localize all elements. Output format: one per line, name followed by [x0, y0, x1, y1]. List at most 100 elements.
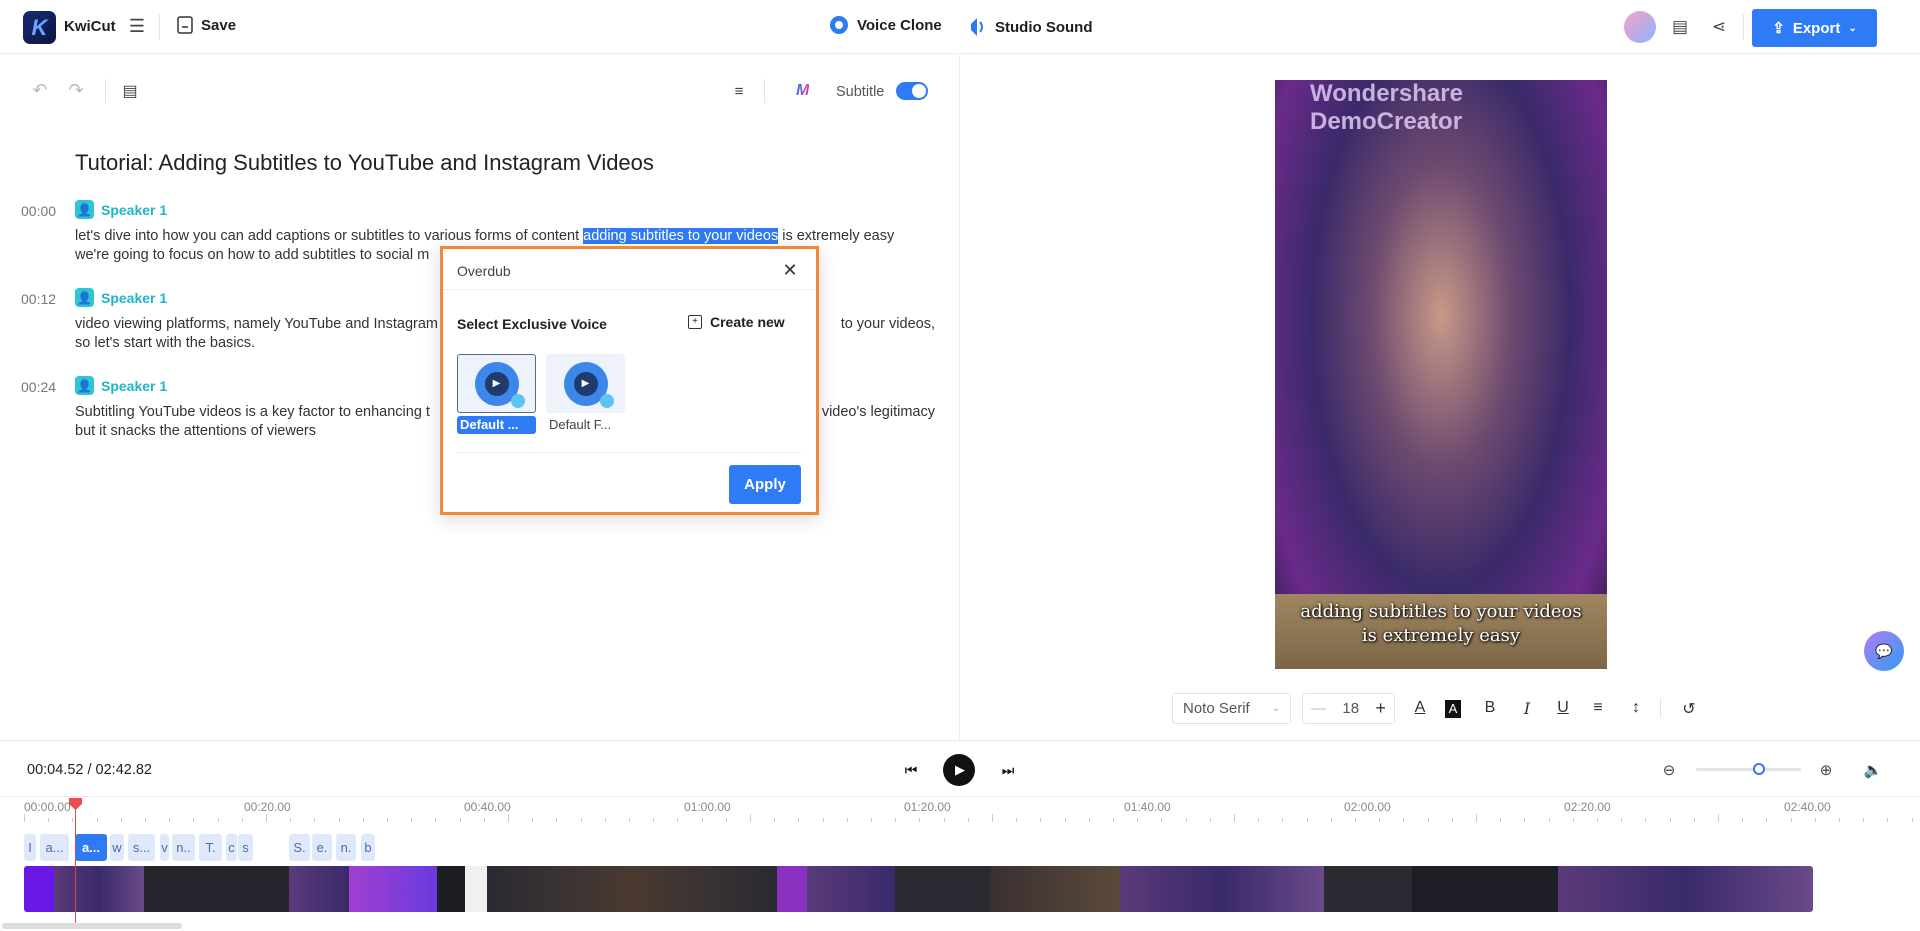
transcript-line[interactable]: let's dive into how you can add captions…: [75, 228, 935, 248]
word-chip[interactable]: S.: [289, 834, 310, 861]
word-chip[interactable]: T.: [199, 834, 222, 861]
ruler-tick: [871, 818, 872, 822]
next-icon[interactable]: ⏭: [999, 760, 1017, 780]
search-list-icon[interactable]: ≡: [728, 80, 750, 102]
save-button[interactable]: Save: [177, 16, 236, 34]
word-chip[interactable]: w: [110, 834, 124, 861]
line-spacing-icon[interactable]: ↕: [1626, 699, 1646, 717]
video-preview[interactable]: Wondershare DemoCreator adding subtitles …: [1275, 80, 1607, 669]
volume-icon[interactable]: 🔈: [1864, 760, 1883, 780]
text-background-icon[interactable]: A: [1445, 700, 1461, 718]
zoom-out-icon[interactable]: ⊖: [1660, 760, 1678, 780]
voice-option[interactable]: ▶ Default F...: [546, 354, 625, 434]
ruler-tick: [1209, 818, 1211, 822]
play-voice-icon[interactable]: ▶: [474, 361, 525, 408]
document-history-icon[interactable]: ▤: [1670, 16, 1690, 38]
play-voice-icon[interactable]: ▶: [563, 361, 614, 408]
voice-clone-icon: [830, 16, 848, 34]
increase-icon[interactable]: +: [1375, 698, 1386, 719]
text: Subtitling YouTube videos is a key facto…: [75, 404, 430, 420]
upload-icon: ⇪: [1772, 20, 1785, 37]
decrease-icon[interactable]: —: [1311, 700, 1326, 717]
text: let's dive into how you can add captions…: [75, 228, 584, 244]
ai-icon[interactable]: M: [796, 82, 809, 100]
italic-icon[interactable]: I: [1517, 699, 1537, 718]
ruler-tick: [798, 818, 800, 822]
speaker-name: Speaker 1: [101, 201, 168, 218]
word-chip[interactable]: c: [226, 834, 237, 861]
ruler-tick: [1088, 818, 1090, 822]
ruler-tick: [1524, 818, 1526, 822]
word-chip[interactable]: I: [24, 834, 36, 861]
word-chip[interactable]: s: [238, 834, 253, 861]
speaker-label[interactable]: 👤 Speaker 1: [75, 288, 167, 307]
subtitle-toggle[interactable]: [896, 82, 928, 100]
play-button[interactable]: ▶: [943, 754, 975, 786]
word-chip[interactable]: n..: [172, 834, 195, 861]
share-icon[interactable]: ⋖: [1709, 16, 1729, 38]
redo-icon[interactable]: ↷: [66, 80, 86, 100]
export-button[interactable]: ⇪ Export ⌄: [1752, 9, 1877, 47]
voice-card[interactable]: ▶: [457, 354, 536, 413]
ruler-tick: [1040, 818, 1042, 822]
word-chip[interactable]: n.: [336, 834, 356, 861]
menu-icon[interactable]: ☰: [128, 16, 146, 36]
timeline-scrollbar[interactable]: [2, 923, 182, 929]
close-icon[interactable]: ✕: [779, 259, 801, 281]
playhead-handle[interactable]: [69, 798, 82, 810]
ruler-tick: [701, 818, 703, 822]
word-chip[interactable]: s...: [128, 834, 155, 861]
speaker-icon: 👤: [75, 376, 94, 395]
voice-option[interactable]: ▶ Default ...: [457, 354, 536, 434]
add-icon: +: [688, 315, 702, 329]
bold-icon[interactable]: B: [1480, 699, 1500, 717]
speaker-icon: 👤: [75, 288, 94, 307]
word-chip[interactable]: v: [160, 834, 169, 861]
playhead[interactable]: [75, 800, 76, 925]
edit-document-icon[interactable]: ▤: [120, 80, 140, 102]
zoom-slider-handle[interactable]: [1753, 763, 1765, 775]
word-chip[interactable]: a...: [75, 834, 107, 861]
clip-thumbnail: [777, 866, 807, 912]
word-chip[interactable]: e.: [312, 834, 332, 861]
text-color-icon[interactable]: A: [1410, 699, 1430, 717]
ruler-tick: [1355, 818, 1356, 822]
ruler-tick: [895, 818, 897, 822]
ruler-tick: [1234, 814, 1235, 822]
word-chip[interactable]: b: [361, 834, 375, 861]
ruler-tick: [943, 818, 945, 822]
zoom-in-icon[interactable]: ⊕: [1817, 760, 1835, 780]
font-size-stepper[interactable]: — 18 +: [1302, 693, 1395, 724]
underline-icon[interactable]: U: [1553, 699, 1573, 717]
font-select[interactable]: Noto Serif ⌄: [1172, 693, 1291, 724]
avatar[interactable]: [1624, 11, 1656, 43]
ruler-tick: [1766, 818, 1768, 822]
chat-support-icon[interactable]: 💬: [1864, 631, 1904, 671]
ruler-tick: [1887, 818, 1889, 822]
word-chip[interactable]: a...: [40, 834, 69, 861]
previous-icon[interactable]: ⏮: [902, 760, 920, 780]
studio-sound-label: Studio Sound: [995, 18, 1093, 36]
ruler-label: 02:20.00: [1564, 800, 1611, 814]
studio-sound-button[interactable]: Studio Sound: [968, 16, 1092, 38]
reset-icon[interactable]: ↺: [1679, 699, 1699, 719]
undo-icon[interactable]: ↶: [30, 80, 50, 100]
voice-clone-label: Voice Clone: [857, 16, 942, 34]
time-readout: 00:04.52 / 02:42.82: [27, 762, 152, 778]
ruler-tick: [846, 818, 848, 822]
duration: 02:42.82: [95, 762, 152, 778]
create-new-button[interactable]: + Create new: [688, 314, 785, 330]
align-center-icon[interactable]: ≡: [1588, 699, 1608, 717]
zoom-slider[interactable]: [1696, 763, 1801, 775]
ruler-tick: [653, 818, 655, 822]
apply-button[interactable]: Apply: [729, 465, 801, 504]
font-size-value: 18: [1342, 700, 1360, 717]
video-clip-track[interactable]: [24, 866, 1813, 912]
voice-card[interactable]: ▶: [546, 354, 625, 413]
voice-clone-button[interactable]: Voice Clone: [830, 16, 942, 34]
text: but it snacks the attentions of viewers: [75, 423, 316, 439]
speaker-label[interactable]: 👤 Speaker 1: [75, 376, 167, 395]
speaker-label[interactable]: 👤 Speaker 1: [75, 200, 167, 219]
ruler-tick: [822, 818, 824, 822]
ruler-tick: [96, 818, 98, 822]
